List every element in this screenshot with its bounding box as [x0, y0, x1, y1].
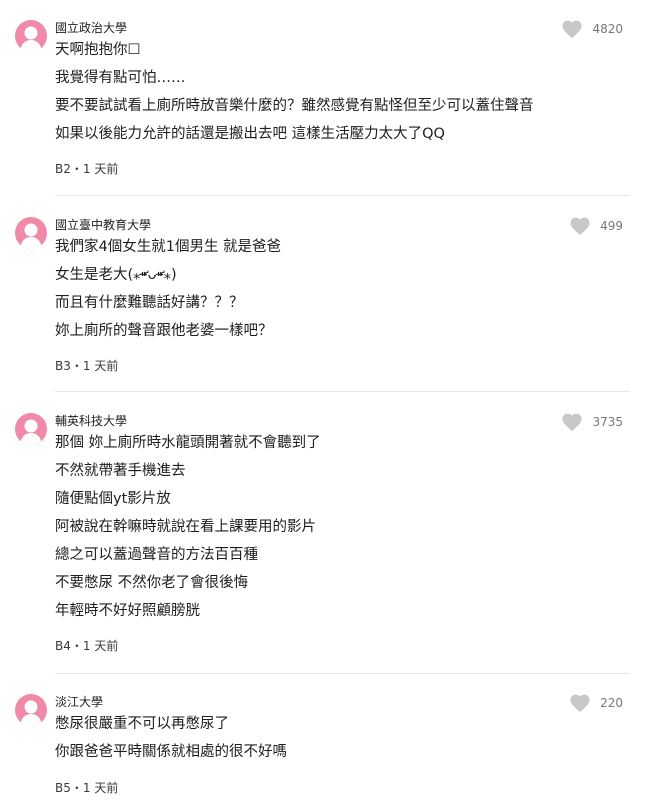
like-count: 499 [600, 219, 623, 233]
comment-line: 憋尿很嚴重不可以再憋尿了 [55, 716, 229, 732]
school-name: 國立政治大學 [55, 21, 128, 35]
heart-icon [570, 217, 590, 236]
person-silhouette-icon [20, 26, 42, 52]
person-silhouette-icon [20, 419, 42, 445]
comment-meta: B2・1 天前 [55, 162, 119, 176]
comment-line: 阿被說在幹嘛時就說在看上課要用的影片 [55, 519, 316, 535]
like-button[interactable]: 220 [569, 692, 623, 714]
avatar[interactable] [15, 217, 47, 249]
person-silhouette-icon [20, 223, 42, 249]
school-name: 淡江大學 [55, 695, 104, 709]
like-button[interactable]: 3735 [561, 411, 623, 433]
comment-line: 那個 妳上廁所時水龍頭開著就不會聽到了 [55, 435, 321, 451]
comment-line: 你跟爸爸平時關係就相處的很不好嗎 [55, 744, 287, 760]
comment-body: 天啊抱抱你☐ 我覺得有點可怕…… 要不要試試看上廁所時放音樂什麼的？雖然感覺有點… [55, 36, 534, 148]
person-silhouette-icon [20, 700, 42, 726]
school-name: 輔英科技大學 [55, 414, 128, 428]
comment-line: 我覺得有點可怕…… [55, 70, 186, 86]
avatar[interactable] [15, 694, 47, 726]
avatar[interactable] [15, 20, 47, 52]
comment-line: 要不要試試看上廁所時放音樂什麼的？雖然感覺有點怪但至少可以蓋住聲音 [55, 98, 534, 114]
comment-meta: B5・1 天前 [55, 781, 119, 795]
heart-icon [562, 413, 582, 432]
school-name: 國立臺中教育大學 [55, 218, 152, 232]
comment-line: 妳上廁所的聲音跟他老婆一樣吧？ [55, 323, 273, 339]
comment-line: 隨便點個yt影片放 [55, 491, 171, 507]
comment-body: 那個 妳上廁所時水龍頭開著就不會聽到了 不然就帶著手機進去 隨便點個yt影片放 … [55, 429, 321, 625]
like-count: 220 [600, 696, 623, 710]
comment-line: 而且有什麼難聽話好講？？？ [55, 295, 244, 311]
like-button[interactable]: 4820 [561, 18, 623, 40]
comment-line: 年輕時不好好照顧膀胱 [55, 603, 200, 619]
divider [55, 673, 630, 674]
heart-icon [570, 694, 590, 713]
comment-line: 女生是老大(⁎⁍̴̛ᴗ⁍̴̛⁎) [55, 267, 177, 283]
like-count: 3735 [592, 415, 623, 429]
divider [55, 391, 630, 392]
comment-meta: B4・1 天前 [55, 639, 119, 653]
like-button[interactable]: 499 [569, 215, 623, 237]
heart-icon [562, 20, 582, 39]
avatar[interactable] [15, 413, 47, 445]
comment-line: 天啊抱抱你☐ [55, 42, 141, 58]
comment-line: 如果以後能力允許的話還是搬出去吧 這樣生活壓力太大了QQ [55, 126, 445, 142]
like-count: 4820 [592, 22, 623, 36]
comment-meta: B3・1 天前 [55, 359, 119, 373]
comment-line: 不要憋尿 不然你老了會很後悔 [55, 575, 249, 591]
comment-body: 我們家4個女生就1個男生 就是爸爸 女生是老大(⁎⁍̴̛ᴗ⁍̴̛⁎) 而且有什麼… [55, 233, 281, 345]
comment-body: 憋尿很嚴重不可以再憋尿了 你跟爸爸平時關係就相處的很不好嗎 [55, 710, 287, 766]
comment-line: 總之可以蓋過聲音的方法百百種 [55, 547, 258, 563]
divider [55, 195, 630, 196]
comment-line: 我們家4個女生就1個男生 就是爸爸 [55, 239, 282, 255]
comment-line: 不然就帶著手機進去 [55, 463, 186, 479]
